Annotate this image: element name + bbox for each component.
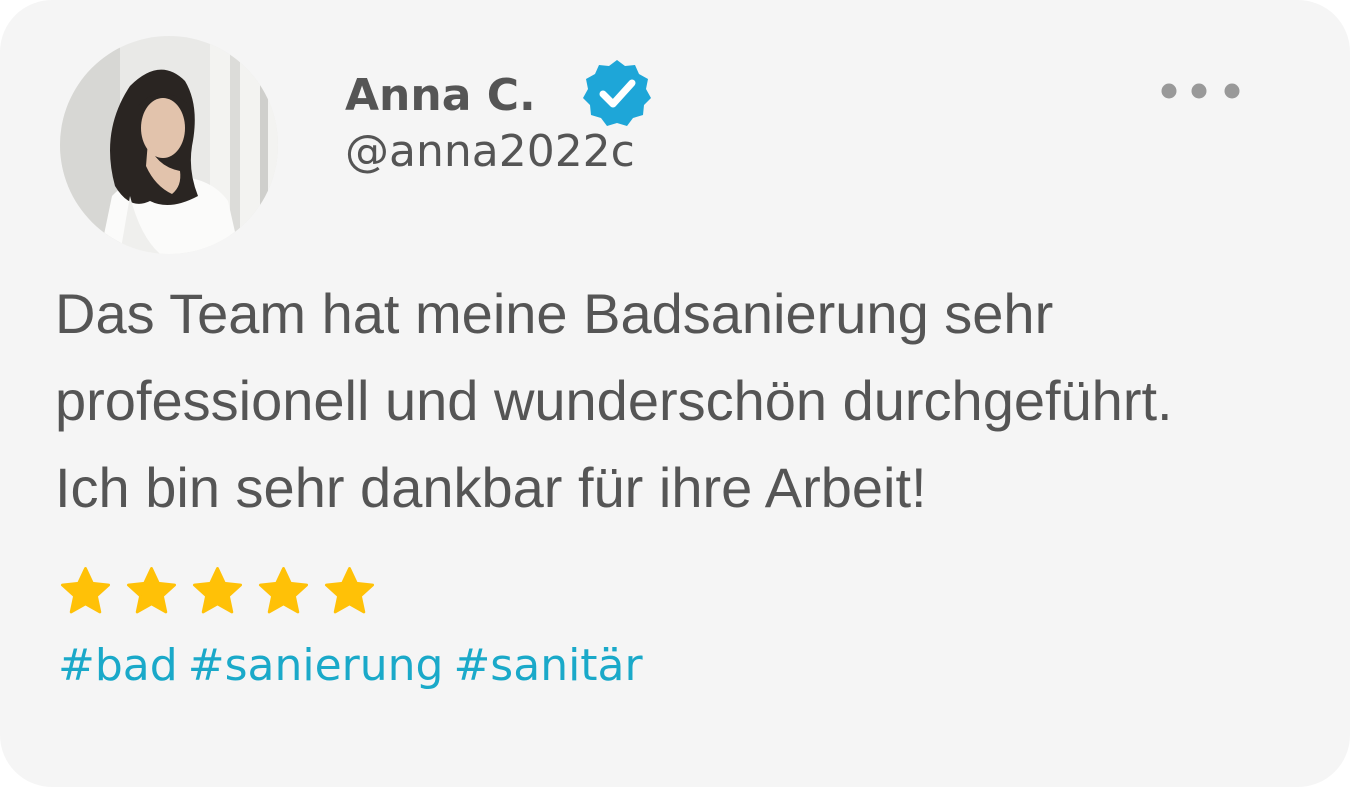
review-line: Ich bin sehr dankbar für ihre Arbeit!	[55, 456, 927, 519]
avatar[interactable]	[60, 36, 278, 254]
hashtag-link[interactable]: #bad	[58, 640, 178, 691]
avatar-photo	[60, 36, 278, 254]
star-icon	[60, 567, 111, 614]
review-card: Anna C. @anna2022c Das Team hat meine Ba…	[0, 0, 1350, 787]
more-horizontal-icon	[1161, 83, 1240, 99]
star-icon	[258, 567, 309, 614]
star-icon	[324, 567, 375, 614]
star-icon	[192, 567, 243, 614]
review-line: Das Team hat meine Badsanierung sehr	[55, 282, 1054, 345]
hashtag-list: #bad #sanierung #sanitär	[58, 636, 653, 696]
more-options-button[interactable]	[1152, 76, 1252, 108]
star-icon	[126, 567, 177, 614]
review-line: professionell und wunderschön durchgefüh…	[55, 369, 1173, 432]
review-text: Das Team hat meine Badsanierung sehr pro…	[55, 270, 1325, 531]
author-name: Anna C.	[345, 70, 536, 121]
verified-badge-icon	[582, 58, 652, 128]
hashtag-link[interactable]: #sanierung	[188, 640, 444, 691]
author-handle: @anna2022c	[345, 126, 635, 177]
star-rating	[58, 565, 377, 619]
hashtag-link[interactable]: #sanitär	[453, 640, 642, 691]
